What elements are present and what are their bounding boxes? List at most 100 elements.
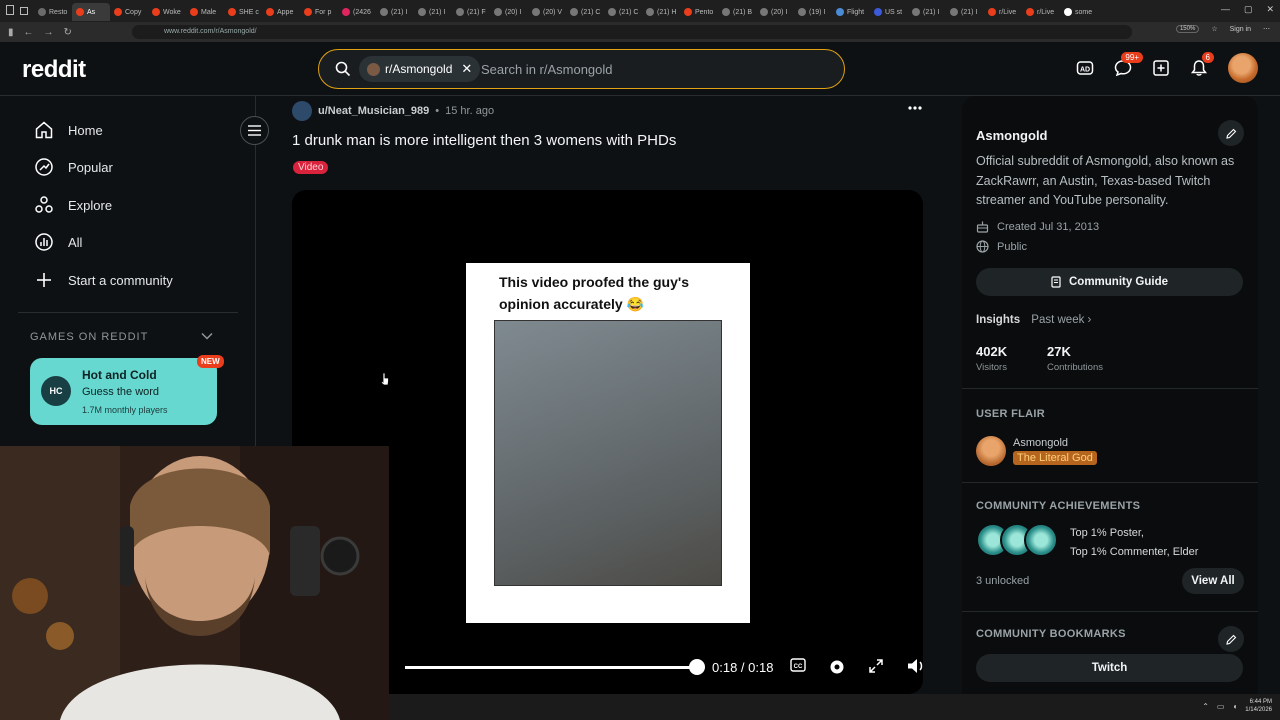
reddit-logo[interactable]: reddit — [22, 56, 86, 84]
clock[interactable]: 6:44 PM 1/14/2026 — [1245, 698, 1272, 714]
captions-icon[interactable]: CC — [790, 658, 806, 672]
sidebar-icon[interactable]: ▮ — [8, 27, 14, 38]
search-icon — [335, 61, 351, 77]
tab-title: (21) I — [923, 8, 940, 16]
browser-tab[interactable]: (20) V — [528, 3, 566, 21]
browser-tab[interactable]: Pento — [680, 3, 718, 21]
browser-tab[interactable]: (21) I — [376, 3, 414, 21]
clear-scope-icon[interactable]: ✕ — [461, 61, 472, 77]
tray-expand-icon[interactable]: ⌃ — [1202, 702, 1209, 711]
browser-tab[interactable]: (20) I — [756, 3, 794, 21]
chat-icon[interactable]: 99+ — [1114, 52, 1143, 77]
tab-favicon-icon — [570, 8, 578, 16]
browser-tab[interactable]: (21) F — [452, 3, 490, 21]
address-bar[interactable]: www.reddit.com/r/Asmongold/ — [132, 25, 1132, 39]
browser-tab[interactable]: (19) I — [794, 3, 832, 21]
browser-tab[interactable]: r/Live — [1022, 3, 1060, 21]
browser-tab[interactable]: Flight — [832, 3, 870, 21]
chevron-down-icon[interactable] — [201, 332, 213, 340]
post-title[interactable]: 1 drunk man is more intelligent then 3 w… — [292, 132, 676, 149]
bookmark-twitch-button[interactable]: Twitch — [976, 654, 1243, 682]
browser-tab[interactable]: (21) I — [946, 3, 984, 21]
edit-bookmarks-button[interactable] — [1218, 626, 1244, 652]
insights-period[interactable]: Past week › — [1031, 314, 1091, 326]
nav-start-community[interactable]: Start a community — [34, 270, 173, 290]
sidebar-toggle-icon[interactable] — [6, 5, 14, 15]
nav-popular[interactable]: Popular — [34, 157, 113, 177]
more-options-icon[interactable] — [908, 106, 922, 110]
browser-tab[interactable]: (21) C — [604, 3, 642, 21]
browser-tab[interactable]: As — [72, 3, 110, 21]
clock-time: 6:44 PM — [1249, 699, 1272, 705]
browser-tab[interactable]: (20) I — [490, 3, 528, 21]
reddit-header: reddit r/Asmongold ✕ Search in r/Asmongo… — [0, 42, 1280, 96]
author-avatar[interactable] — [292, 101, 312, 121]
user-avatar[interactable] — [1228, 53, 1258, 83]
achievement-line-1: Top 1% Poster, — [1070, 527, 1144, 539]
fullscreen-icon[interactable] — [868, 658, 884, 674]
browser-tab[interactable]: (2426 — [338, 3, 376, 21]
browser-tab[interactable]: r/Live — [984, 3, 1022, 21]
speaker-icon[interactable]: ◖ — [1232, 702, 1237, 711]
tab-favicon-icon — [798, 8, 806, 16]
close-window-button[interactable]: ✕ — [1266, 4, 1274, 15]
browser-tab[interactable]: (21) C — [566, 3, 604, 21]
browser-tab[interactable]: (21) I — [414, 3, 452, 21]
minimize-button[interactable]: — — [1221, 4, 1230, 15]
edit-community-button[interactable] — [1218, 120, 1244, 146]
browser-tab[interactable]: Woke — [148, 3, 186, 21]
community-guide-button[interactable]: Community Guide — [976, 268, 1243, 296]
progress-handle[interactable] — [689, 659, 705, 675]
back-button[interactable]: ← — [24, 27, 34, 38]
tab-actions-icon[interactable] — [20, 5, 30, 15]
tab-title: r/Live — [999, 8, 1017, 16]
browser-tab[interactable]: some — [1060, 3, 1098, 21]
collapse-nav-button[interactable] — [240, 116, 269, 145]
tab-favicon-icon — [836, 8, 844, 16]
nav-explore[interactable]: Explore — [34, 195, 112, 215]
browser-tab[interactable]: Copy — [110, 3, 148, 21]
search-bar[interactable]: r/Asmongold ✕ Search in r/Asmongold — [318, 49, 845, 89]
browser-tab[interactable]: (21) B — [718, 3, 756, 21]
progress-track[interactable] — [405, 666, 697, 669]
browser-tab[interactable]: Appe — [262, 3, 300, 21]
author-link[interactable]: u/Neat_Musician_989 — [318, 105, 429, 117]
url-text: www.reddit.com/r/Asmongold/ — [164, 28, 257, 35]
achievement-badge-icon[interactable] — [1024, 523, 1058, 557]
menu-icon[interactable]: ⋯ — [1263, 25, 1270, 33]
browser-tab[interactable]: Male — [186, 3, 224, 21]
insights-row[interactable]: Insights Past week › — [976, 314, 1091, 326]
view-all-button[interactable]: View All — [1182, 568, 1244, 594]
games-heading[interactable]: GAMES ON REDDIT — [30, 331, 148, 343]
search-input[interactable]: Search in r/Asmongold — [481, 62, 613, 77]
signin-button[interactable]: Sign in — [1230, 26, 1251, 33]
tab-favicon-icon — [950, 8, 958, 16]
browser-tab[interactable]: (21) H — [642, 3, 680, 21]
browser-tab[interactable]: (21) I — [908, 3, 946, 21]
network-icon[interactable]: ▭ — [1217, 702, 1225, 711]
advertise-icon[interactable]: AD — [1076, 59, 1094, 77]
forward-button[interactable]: → — [44, 27, 54, 38]
browser-tab[interactable]: US st — [870, 3, 908, 21]
star-icon[interactable]: ☆ — [1211, 25, 1217, 33]
create-post-icon[interactable] — [1152, 59, 1170, 77]
game-card-hot-and-cold[interactable]: HC Hot and Cold Guess the word 1.7M mont… — [30, 358, 217, 425]
video-timecode: 0:18 / 0:18 — [712, 660, 774, 675]
search-scope-chip[interactable]: r/Asmongold ✕ — [359, 56, 481, 82]
tab-title: some — [1075, 8, 1093, 16]
tab-favicon-icon — [418, 8, 426, 16]
settings-gear-icon[interactable] — [828, 658, 846, 676]
post-flair[interactable]: Video — [293, 161, 329, 174]
browser-tab[interactable]: For p — [300, 3, 338, 21]
maximize-button[interactable]: ▢ — [1244, 4, 1253, 15]
volume-icon[interactable] — [907, 658, 925, 674]
flair-tag[interactable]: The Literal God — [1013, 451, 1097, 465]
refresh-button[interactable]: ↻ — [64, 27, 72, 38]
notification-bell-icon[interactable]: 6 — [1190, 52, 1214, 77]
browser-tab[interactable]: SHE c — [224, 3, 262, 21]
nav-all[interactable]: All — [34, 232, 82, 252]
toolbar-right: 150% ☆ Sign in ⋯ — [1175, 25, 1270, 33]
zoom-indicator[interactable]: 150% — [1175, 25, 1200, 33]
nav-home[interactable]: Home — [34, 120, 103, 140]
browser-tab[interactable]: Resto — [34, 3, 72, 21]
